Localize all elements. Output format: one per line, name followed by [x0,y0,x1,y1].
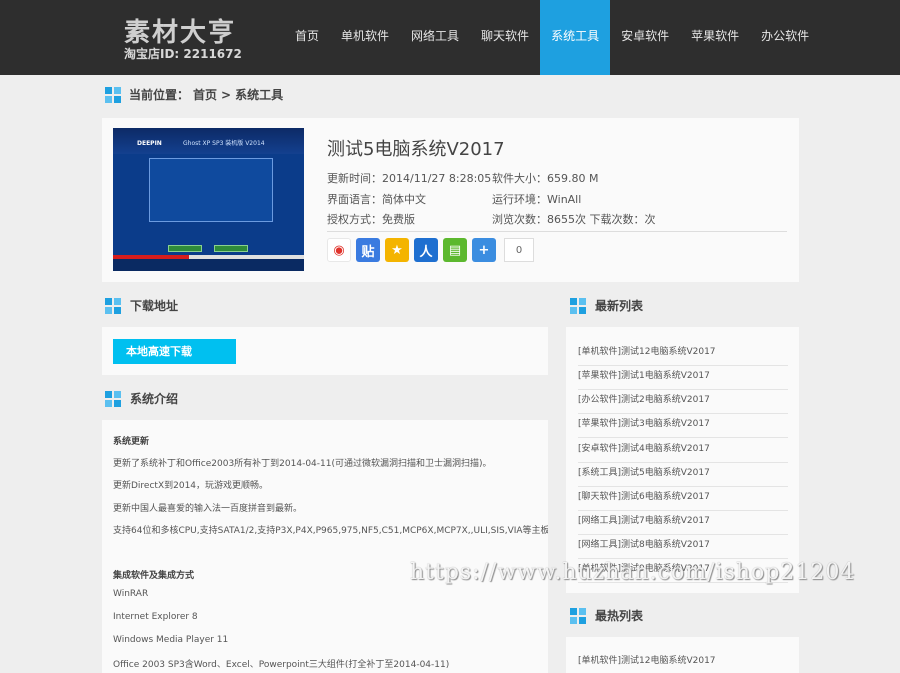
product-size: 软件大小：659.80 M [492,172,599,185]
latest-list: [单机软件]测试12电脑系统V2017 [苹果软件]测试1电脑系统V2017 [… [566,327,799,593]
list-item[interactable]: [安卓软件]测试4电脑系统V2017 [578,439,788,463]
list-item[interactable]: [网络工具]测试7电脑系统V2017 [578,511,788,535]
product-view-count: 浏览次数：8655次 下载次数：次 [492,213,656,226]
intro-subheading: 系统更新 [113,437,150,447]
product-screenshot: DEEPIN Ghost XP SP3 装机版 V2014 [113,128,304,271]
intro-heading-label: 系统介绍 [130,392,179,406]
qzone-icon[interactable]: ★ [385,238,409,262]
intro-text: Internet Explorer 8 [113,612,198,622]
nav-item-system-tools[interactable]: 系统工具 [540,0,611,75]
product-title: 测试5电脑系统V2017 [327,139,505,160]
product-license: 授权方式：免费版 [327,213,415,226]
list-item[interactable]: [苹果软件]测试1电脑系统V2017 [578,366,788,390]
intro-text: Office 2003 SP3含Word、Excel、Powerpoint三大组… [113,660,450,670]
intro-text: 更新DirectX到2014，玩游戏更顺畅。 [113,481,269,491]
hottest-list-heading-label: 最热列表 [595,609,644,623]
breadcrumb-separator: > [221,87,232,102]
download-heading-label: 下载地址 [130,299,179,313]
wechat-icon[interactable]: ▤ [443,238,467,262]
intro-text: 支持64位和多核CPU,支持SATA1/2,支持P3X,P4X,P965,975… [113,526,548,536]
logo-main-text: 素材大亨 [124,18,237,48]
hottest-list: [单机软件]测试12电脑系统V2017 [566,637,799,673]
section-tiles-icon [570,607,586,624]
main-nav: 首页 单机软件 网络工具 聊天软件 系统工具 安卓软件 苹果软件 办公软件 [284,0,820,75]
nav-item-standalone-software[interactable]: 单机软件 [330,0,400,75]
breadcrumb-home-link[interactable]: 首页 [193,86,217,103]
section-tiles-icon [105,297,121,314]
tieba-icon[interactable]: 贴 [356,238,380,262]
nav-item-chat-software[interactable]: 聊天软件 [470,0,540,75]
intro-subheading: 集成软件及集成方式 [113,571,195,581]
top-navbar: 素材大亨 淘宝店ID: 2211672 首页 单机软件 网络工具 聊天软件 系统… [0,0,900,75]
intro-text: 更新了系统补丁和Office2003所有补丁到2014-04-11(可通过微软漏… [113,459,492,469]
product-update-time: 更新时间：2014/11/27 8:28:05 [327,172,492,185]
nav-item-home[interactable]: 首页 [284,0,330,75]
watermark-url: https://www.huzhan.com/ishop21204 [410,560,856,585]
nav-item-network-tools[interactable]: 网络工具 [400,0,470,75]
list-item[interactable]: [网络工具]测试8电脑系统V2017 [578,535,788,559]
list-item[interactable]: [系统工具]测试5电脑系统V2017 [578,463,788,487]
weibo-icon[interactable]: ◉ [327,238,351,262]
intro-card: 系统更新 更新了系统补丁和Office2003所有补丁到2014-04-11(可… [102,420,548,673]
intro-heading: 系统介绍 [105,390,178,407]
hottest-list-heading: 最热列表 [570,607,643,624]
local-download-button[interactable]: 本地高速下载 [113,339,236,364]
product-language: 界面语言：简体中文 [327,193,426,206]
logo-sub-text: 淘宝店ID: 2211672 [124,47,242,61]
section-tiles-icon [105,86,121,103]
latest-list-heading: 最新列表 [570,297,643,314]
nav-item-office-software[interactable]: 办公软件 [750,0,820,75]
list-item[interactable]: [聊天软件]测试6电脑系统V2017 [578,487,788,511]
list-item[interactable]: [苹果软件]测试3电脑系统V2017 [578,414,788,438]
breadcrumb-current[interactable]: 系统工具 [235,86,283,103]
renren-icon[interactable]: 人 [414,238,438,262]
share-count: 0 [504,238,534,262]
download-heading: 下载地址 [105,297,178,314]
latest-list-heading-label: 最新列表 [595,299,644,313]
nav-item-android-software[interactable]: 安卓软件 [610,0,680,75]
more-share-icon[interactable]: + [472,238,496,262]
intro-text: Windows Media Player 11 [113,635,229,645]
list-item[interactable]: [办公软件]测试2电脑系统V2017 [578,390,788,414]
intro-text: 更新中国人最喜爱的输入法一百度拼音到最新。 [113,504,303,514]
download-card: 本地高速下载 [102,327,548,375]
site-logo[interactable]: 素材大亨 淘宝店ID: 2211672 [122,12,250,64]
section-tiles-icon [570,297,586,314]
share-bar: ◉ 贴 ★ 人 ▤ + 0 [327,238,534,262]
list-item[interactable]: [单机软件]测试12电脑系统V2017 [578,342,788,366]
list-item[interactable]: [单机软件]测试12电脑系统V2017 [578,651,788,673]
breadcrumb: 当前位置： 首页 > 系统工具 [105,86,287,103]
section-tiles-icon [105,390,121,407]
product-environment: 运行环境：WinAll [492,193,582,206]
nav-item-apple-software[interactable]: 苹果软件 [680,0,750,75]
breadcrumb-prefix: 当前位置： [129,88,190,102]
divider [327,231,787,232]
product-card: DEEPIN Ghost XP SP3 装机版 V2014 测试5电脑系统V20… [102,118,799,282]
intro-text: WinRAR [113,589,149,599]
